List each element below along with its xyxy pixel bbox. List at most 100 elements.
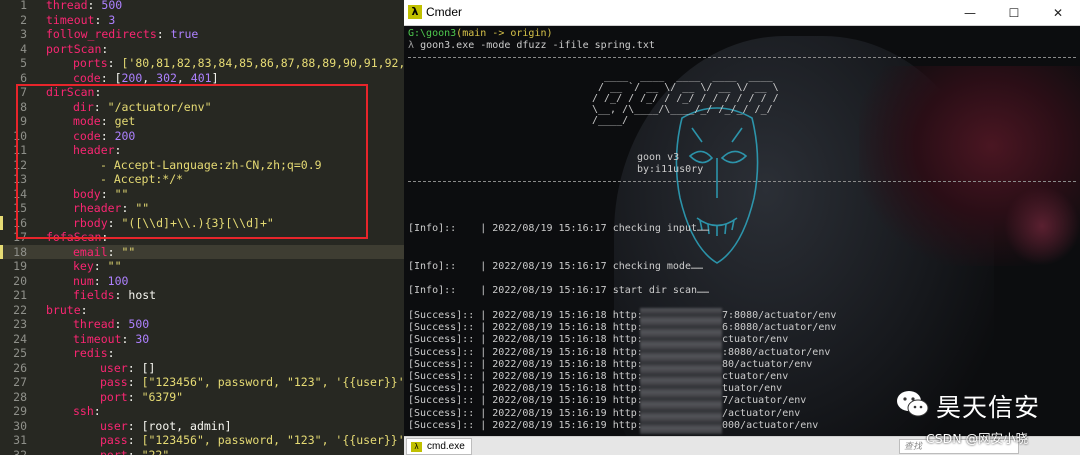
yaml-value: ["123456", password, "123", '{{user}}',: [141, 433, 404, 447]
yaml-value: []: [141, 360, 156, 375]
yaml-colon: :: [100, 70, 115, 85]
code-line[interactable]: 18 email: "": [0, 244, 404, 259]
code-line[interactable]: 4 portScan:: [0, 42, 404, 57]
line-number: 5: [20, 56, 27, 70]
code-line[interactable]: 22 brute:: [0, 303, 404, 318]
yaml-colon: :: [127, 418, 142, 433]
lambda-icon: λ: [411, 442, 422, 452]
maximize-button[interactable]: ☐: [992, 0, 1036, 26]
yaml-value: host: [128, 288, 157, 302]
code-text: follow_redirects: true: [46, 27, 198, 42]
success-log-line: [Success]:: | 2022/08/19 15:16:18 http:/…: [408, 371, 788, 383]
success-log-prefix: [Success]:: | 2022/08/19 15:16:19 http:/…: [408, 395, 661, 407]
yaml-value: 3: [108, 12, 116, 27]
success-log-prefix: [Success]:: | 2022/08/19 15:16:18 http:/…: [408, 334, 655, 346]
code-line[interactable]: 27 pass: ["123456", password, "123", '{{u…: [0, 375, 404, 390]
yaml-key: ssh: [73, 404, 94, 418]
success-log-path: 7/actuator/env: [722, 395, 807, 407]
minimize-button[interactable]: —: [948, 0, 992, 26]
line-number: 28: [13, 389, 27, 404]
line-number: 32: [13, 447, 27, 455]
code-text: ports: ['80,81,82,83,84,85,86,87,88,89,9…: [73, 56, 404, 71]
code-line[interactable]: 21 fields: host: [0, 288, 404, 303]
code-line[interactable]: 31 pass: ["123456", password, "123", '{{u…: [0, 433, 404, 448]
tab-cmd[interactable]: λ cmd.exe: [406, 438, 472, 455]
yaml-colon: :: [93, 404, 101, 418]
success-log-line: [Success]:: | 2022/08/19 15:16:18 http:/…: [408, 383, 782, 395]
yaml-value: ['80,81,82,83,84,85,86,87,88,89,90,91,92…: [121, 56, 404, 70]
yaml-value: "": [107, 259, 122, 273]
neon-mask-image: [675, 107, 759, 264]
author-name: by:i11us0ry: [637, 164, 704, 175]
code-text: fields: host: [73, 288, 156, 303]
success-log-path: /actuator/env: [722, 407, 801, 419]
line-number: 24: [13, 331, 27, 346]
success-log-path: 6:8080/actuator/env: [722, 322, 837, 334]
code-text: port: "6379": [100, 390, 183, 405]
code-line[interactable]: 24 timeout: 30: [0, 332, 404, 347]
code-line[interactable]: 3 follow_redirects: true: [0, 27, 404, 42]
close-button[interactable]: ✕: [1036, 0, 1080, 26]
yaml-colon: :: [114, 317, 129, 331]
code-text: timeout: 3: [46, 13, 115, 28]
code-text: portScan:: [46, 42, 108, 57]
line-number: 30: [13, 418, 27, 433]
yaml-editor[interactable]: 1 thread: 500 2 timeout: 3 3 follow_redirects…: [0, 0, 404, 455]
yaml-colon: :: [107, 244, 122, 259]
code-line[interactable]: 19 key: "": [0, 259, 404, 274]
success-log-prefix: [Success]:: | 2022/08/19 15:16:18 http:/…: [408, 358, 655, 370]
code-line[interactable]: 20 num: 100: [0, 274, 404, 289]
yaml-value: 500: [128, 317, 150, 331]
yaml-key: port: [100, 447, 128, 455]
terminal-output[interactable]: G:\goon3(main -> origin) λ goon3.exe -mo…: [404, 26, 1080, 436]
yaml-key: num: [73, 273, 94, 288]
success-log-line: [Success]:: | 2022/08/19 15:16:19 http:/…: [408, 420, 818, 432]
success-log-line: [Success]:: | 2022/08/19 15:16:18 http:/…: [408, 310, 836, 322]
code-line[interactable]: 28 port: "6379": [0, 390, 404, 405]
code-line[interactable]: 25 redis:: [0, 346, 404, 361]
yaml-punct: ,: [142, 70, 157, 85]
yaml-punct: ]: [211, 70, 219, 85]
yaml-key: port: [100, 389, 128, 404]
success-log-line: [Success]:: | 2022/08/19 15:16:18 http:/…: [408, 358, 812, 371]
code-line[interactable]: 26 user: []: [0, 361, 404, 376]
yaml-value: [root, admin]: [141, 418, 232, 433]
tab-label: cmd.exe: [427, 441, 465, 452]
line-number: 22: [13, 302, 27, 317]
success-log-line: [Success]:: | 2022/08/19 15:16:19 http:/…: [408, 395, 806, 407]
yaml-punct: [: [114, 70, 122, 85]
code-text: num: 100: [73, 274, 128, 289]
yaml-key: thread: [46, 0, 88, 12]
success-log-path: 7:8080/actuator/env: [722, 310, 837, 321]
yaml-value: "6379": [141, 389, 184, 404]
success-log-path: 000/actuator/env: [722, 419, 819, 431]
yaml-colon: :: [93, 259, 108, 273]
code-line[interactable]: 30 user: [root, admin]: [0, 419, 404, 434]
prompt-branch: (main -> origin): [456, 28, 553, 39]
code-line[interactable]: 1 thread: 500: [0, 0, 404, 13]
line-number: 6: [20, 70, 27, 85]
line-number: 18: [13, 244, 27, 259]
yaml-key: fields: [73, 288, 115, 302]
success-log-prefix: [Success]:: | 2022/08/19 15:16:18 http:/…: [408, 322, 655, 334]
yaml-colon: :: [107, 346, 115, 360]
line-number: 2: [20, 12, 27, 27]
code-line[interactable]: 6 code: [200, 302, 401]: [0, 71, 404, 86]
redacted-ip-block: [640, 308, 722, 434]
line-number: 21: [13, 288, 27, 302]
prompt-path: G:\goon3: [408, 28, 457, 39]
yaml-value: 30: [135, 331, 150, 346]
code-line[interactable]: 5 ports: ['80,81,82,83,84,85,86,87,88,89,…: [0, 56, 404, 71]
yaml-key: pass: [100, 433, 128, 447]
yaml-key: timeout: [73, 331, 122, 346]
code-line[interactable]: 32 port: "22": [0, 448, 404, 455]
code-line[interactable]: 23 thread: 500: [0, 317, 404, 332]
yaml-colon: :: [127, 389, 142, 404]
title-bar[interactable]: λ Cmder — ☐ ✕: [404, 0, 1080, 26]
code-line[interactable]: 2 timeout: 3: [0, 13, 404, 28]
code-line[interactable]: 29 ssh:: [0, 404, 404, 419]
code-text: key: "": [73, 259, 122, 274]
line-number: 20: [13, 273, 27, 288]
info-log-line: [Info]:: | 2022/08/19 15:16:17 checking …: [408, 261, 704, 272]
code-text: thread: 500: [46, 0, 122, 13]
